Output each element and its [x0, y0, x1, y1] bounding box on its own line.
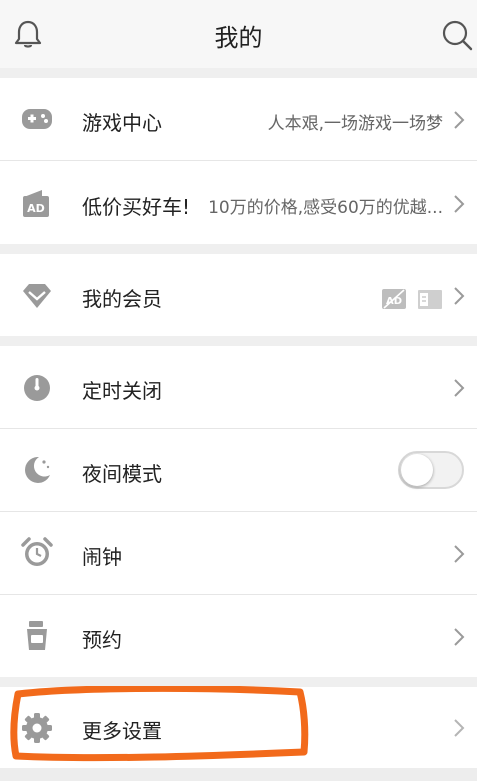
- timer-icon: [24, 375, 50, 401]
- search-icon[interactable]: [440, 18, 474, 52]
- menu-item-subtitle: 人本艰,一场游戏一场梦: [267, 114, 443, 134]
- membership-badges-icon: AD: [382, 289, 442, 309]
- svg-text:AD: AD: [27, 202, 45, 215]
- menu-item-night-mode[interactable]: 夜间模式: [0, 429, 477, 511]
- menu-item-label: 游戏中心: [82, 111, 162, 135]
- menu-item-label: 更多设置: [82, 719, 162, 743]
- menu-item-alarm[interactable]: 闹钟: [0, 512, 477, 594]
- gamepad-icon: [22, 109, 52, 129]
- menu-item-subtitle: 10万的价格,感受60万的优越...: [208, 198, 443, 218]
- toggle-knob: [401, 454, 433, 486]
- moon-icon: [25, 456, 50, 483]
- night-mode-toggle[interactable]: [398, 451, 464, 489]
- menu-item-game-center[interactable]: 游戏中心 人本艰,一场游戏一场梦: [0, 78, 477, 160]
- page-title: 我的: [214, 24, 263, 52]
- chevron-right-icon: [454, 545, 465, 563]
- menu-item-label: 定时关闭: [82, 379, 162, 403]
- menu-item-label: 我的会员: [82, 287, 162, 311]
- top-bar: 我的: [0, 0, 477, 68]
- menu-item-reservation[interactable]: 预约: [0, 595, 477, 677]
- menu-item-cheap-car-ad[interactable]: AD 低价买好车! 10万的价格,感受60万的优越...: [0, 161, 477, 244]
- menu-item-label: 夜间模式: [82, 462, 162, 486]
- ad-icon: AD: [23, 190, 49, 217]
- chevron-right-icon: [454, 628, 465, 646]
- chevron-right-icon: [454, 379, 465, 397]
- gear-icon: [22, 713, 52, 743]
- chevron-right-icon: [454, 195, 465, 213]
- menu-item-label: 低价买好车!: [82, 195, 191, 219]
- cup-icon: [27, 621, 47, 650]
- chevron-right-icon: [454, 719, 465, 737]
- chevron-right-icon: [454, 287, 465, 305]
- menu-item-label: 闹钟: [82, 545, 122, 569]
- menu-item-timer-off[interactable]: 定时关闭: [0, 346, 477, 428]
- bottom-edge: [0, 768, 477, 781]
- alarm-clock-icon: [21, 537, 53, 566]
- menu-item-label: 预约: [82, 628, 122, 652]
- chevron-right-icon: [454, 111, 465, 129]
- menu-item-more-settings[interactable]: 更多设置: [0, 687, 477, 768]
- menu-item-membership[interactable]: 我的会员 AD: [0, 254, 477, 336]
- svg-text:AD: AD: [386, 296, 402, 307]
- diamond-icon: [23, 284, 51, 308]
